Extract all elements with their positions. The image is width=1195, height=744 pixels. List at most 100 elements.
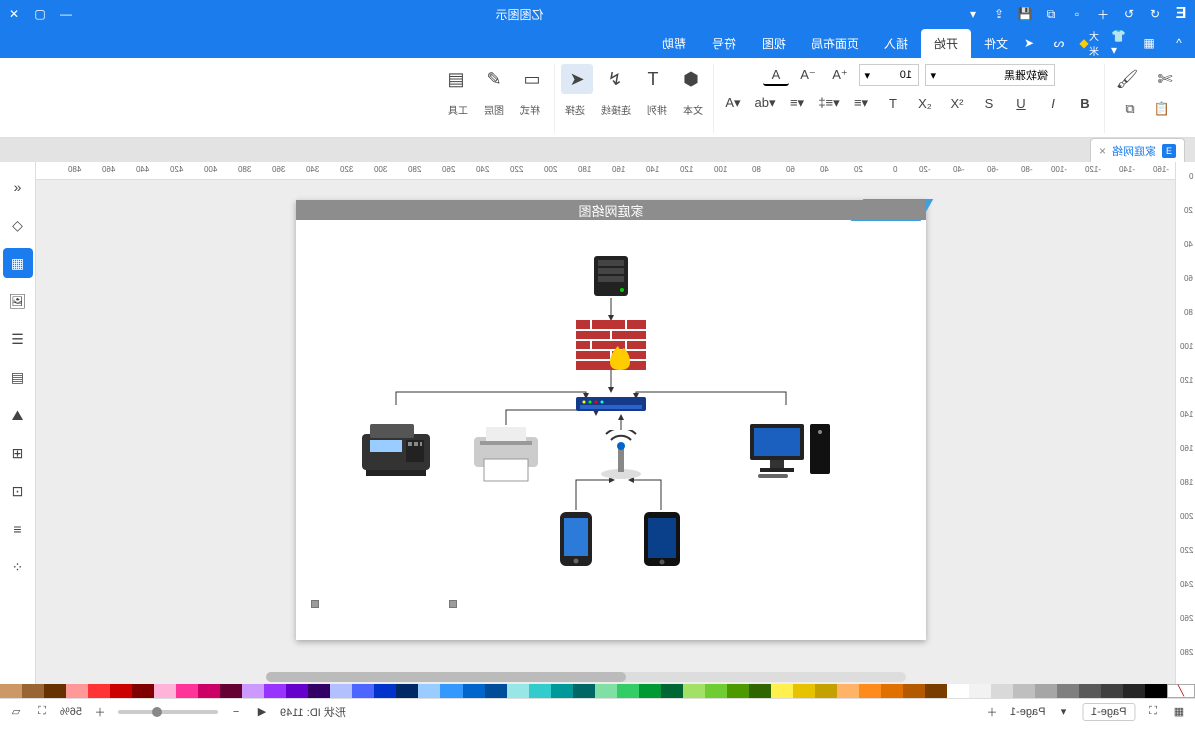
palette-swatch[interactable]: [22, 684, 44, 698]
sidebar-map-icon[interactable]: ⊡: [3, 476, 33, 506]
tab-file[interactable]: 文件: [971, 29, 1021, 58]
palette-swatch[interactable]: [837, 684, 859, 698]
palette-swatch[interactable]: [705, 684, 727, 698]
palette-swatch[interactable]: [352, 684, 374, 698]
cut-icon[interactable]: ✄: [1149, 64, 1181, 94]
palette-swatch[interactable]: [793, 684, 815, 698]
sidebar-align-icon[interactable]: ≡: [3, 514, 33, 544]
palette-swatch[interactable]: [308, 684, 330, 698]
text-icon[interactable]: T: [637, 64, 669, 94]
palette-swatch[interactable]: [154, 684, 176, 698]
handle-icon[interactable]: [311, 600, 319, 608]
home-icon[interactable]: ^: [1171, 35, 1187, 51]
palette-swatch[interactable]: [991, 684, 1013, 698]
play-icon[interactable]: ▶: [254, 704, 270, 720]
palette-swatch[interactable]: [242, 684, 264, 698]
palette-swatch[interactable]: [1123, 684, 1145, 698]
sidebar-scatter-icon[interactable]: ⁘: [3, 552, 33, 582]
fullscreen-icon[interactable]: ⛶: [34, 704, 50, 720]
bold-icon[interactable]: B: [1072, 92, 1098, 114]
zoom-slider[interactable]: [118, 710, 218, 714]
sidebar-layers-icon[interactable]: ☰: [3, 324, 33, 354]
doc-tab-close-icon[interactable]: ×: [1099, 144, 1106, 158]
palette-swatch[interactable]: [198, 684, 220, 698]
textdir-icon[interactable]: ab▾: [752, 92, 778, 114]
palette-swatch[interactable]: [617, 684, 639, 698]
font-color-icon[interactable]: A: [763, 64, 789, 86]
grid-icon[interactable]: ▦: [1141, 35, 1157, 51]
canvas-h-scrollbar[interactable]: [266, 672, 906, 682]
palette-swatch[interactable]: [176, 684, 198, 698]
palette-swatch[interactable]: [440, 684, 462, 698]
redo-icon[interactable]: ↻: [1147, 6, 1163, 22]
palette-swatch[interactable]: [1145, 684, 1167, 698]
more-font-icon[interactable]: A▾: [720, 92, 746, 114]
palette-swatch[interactable]: [286, 684, 308, 698]
palette-swatch[interactable]: [881, 684, 903, 698]
strike-icon[interactable]: S: [976, 92, 1002, 114]
linespacing-icon[interactable]: ‡≡▾: [816, 92, 842, 114]
sidebar-outline-icon[interactable]: ◇: [3, 210, 33, 240]
palette-swatch[interactable]: [264, 684, 286, 698]
highlight-icon[interactable]: T: [880, 92, 906, 114]
zoom-out-icon[interactable]: −: [228, 704, 244, 720]
palette-swatch[interactable]: [1035, 684, 1057, 698]
paste-icon[interactable]: 📋: [1149, 98, 1175, 120]
device-wifi[interactable]: [596, 430, 646, 480]
save-icon[interactable]: 💾: [1017, 6, 1033, 22]
quickstyle-icon[interactable]: ▭: [516, 64, 548, 94]
document-tab[interactable]: E 家庭网络 ×: [1090, 138, 1185, 162]
tab-insert[interactable]: 插入: [871, 29, 921, 58]
font-name-combo[interactable]: 微软雅黑: [925, 64, 1055, 86]
device-firewall[interactable]: [576, 320, 646, 370]
palette-swatch[interactable]: [418, 684, 440, 698]
palette-swatch[interactable]: [727, 684, 749, 698]
new-doc-icon[interactable]: ＋: [1095, 6, 1111, 22]
page-selector[interactable]: Page-1: [1010, 706, 1045, 718]
palette-swatch[interactable]: [396, 684, 418, 698]
branch-icon[interactable]: ᔕ: [1051, 35, 1067, 51]
italic-icon[interactable]: I: [1040, 92, 1066, 114]
palette-swatch[interactable]: [110, 684, 132, 698]
palette-swatch[interactable]: [639, 684, 661, 698]
underline-icon[interactable]: U: [1008, 92, 1034, 114]
presentation-icon[interactable]: ▱: [8, 704, 24, 720]
palette-swatch[interactable]: [573, 684, 595, 698]
palette-swatch[interactable]: [661, 684, 683, 698]
device-fax[interactable]: [356, 420, 436, 480]
palette-swatch[interactable]: [1101, 684, 1123, 698]
device-phone-b[interactable]: [642, 510, 682, 568]
device-printer[interactable]: [466, 425, 546, 483]
font-size-combo[interactable]: 10: [859, 64, 919, 86]
palette-swatch[interactable]: [66, 684, 88, 698]
status-grid-icon[interactable]: ▦: [1171, 704, 1187, 720]
palette-swatch[interactable]: [969, 684, 991, 698]
sidebar-clipart-icon[interactable]: ▤: [3, 362, 33, 392]
palette-swatch[interactable]: [374, 684, 396, 698]
palette-swatch[interactable]: [925, 684, 947, 698]
open-icon[interactable]: ▫: [1069, 6, 1085, 22]
palette-swatch[interactable]: [749, 684, 771, 698]
palette-swatch[interactable]: [1057, 684, 1079, 698]
device-pc[interactable]: [746, 420, 836, 480]
palette-swatch[interactable]: [0, 684, 22, 698]
palette-swatch[interactable]: [463, 684, 485, 698]
premium-icon[interactable]: ◆大米: [1081, 35, 1097, 51]
handle-icon[interactable]: [449, 600, 457, 608]
palette-swatch[interactable]: [44, 684, 66, 698]
bullets-icon[interactable]: ≡▾: [848, 92, 874, 114]
tab-symbols[interactable]: 符号: [699, 29, 749, 58]
eyedropper-icon[interactable]: ✎: [478, 64, 510, 94]
tab-start[interactable]: 开始: [921, 29, 971, 58]
palette-swatch[interactable]: [132, 684, 154, 698]
palette-swatch[interactable]: [330, 684, 352, 698]
palette-swatch[interactable]: [1013, 684, 1035, 698]
connector-icon[interactable]: ↯: [599, 64, 631, 94]
copy-icon[interactable]: ⧉: [1043, 6, 1059, 22]
sidebar-table-icon[interactable]: ⊞: [3, 438, 33, 468]
palette-swatch[interactable]: [551, 684, 573, 698]
maximize-icon[interactable]: ▢: [32, 6, 48, 22]
palette-swatch[interactable]: [529, 684, 551, 698]
undo-icon[interactable]: ↺: [1121, 6, 1137, 22]
page-add-icon[interactable]: ＋: [984, 704, 1000, 720]
